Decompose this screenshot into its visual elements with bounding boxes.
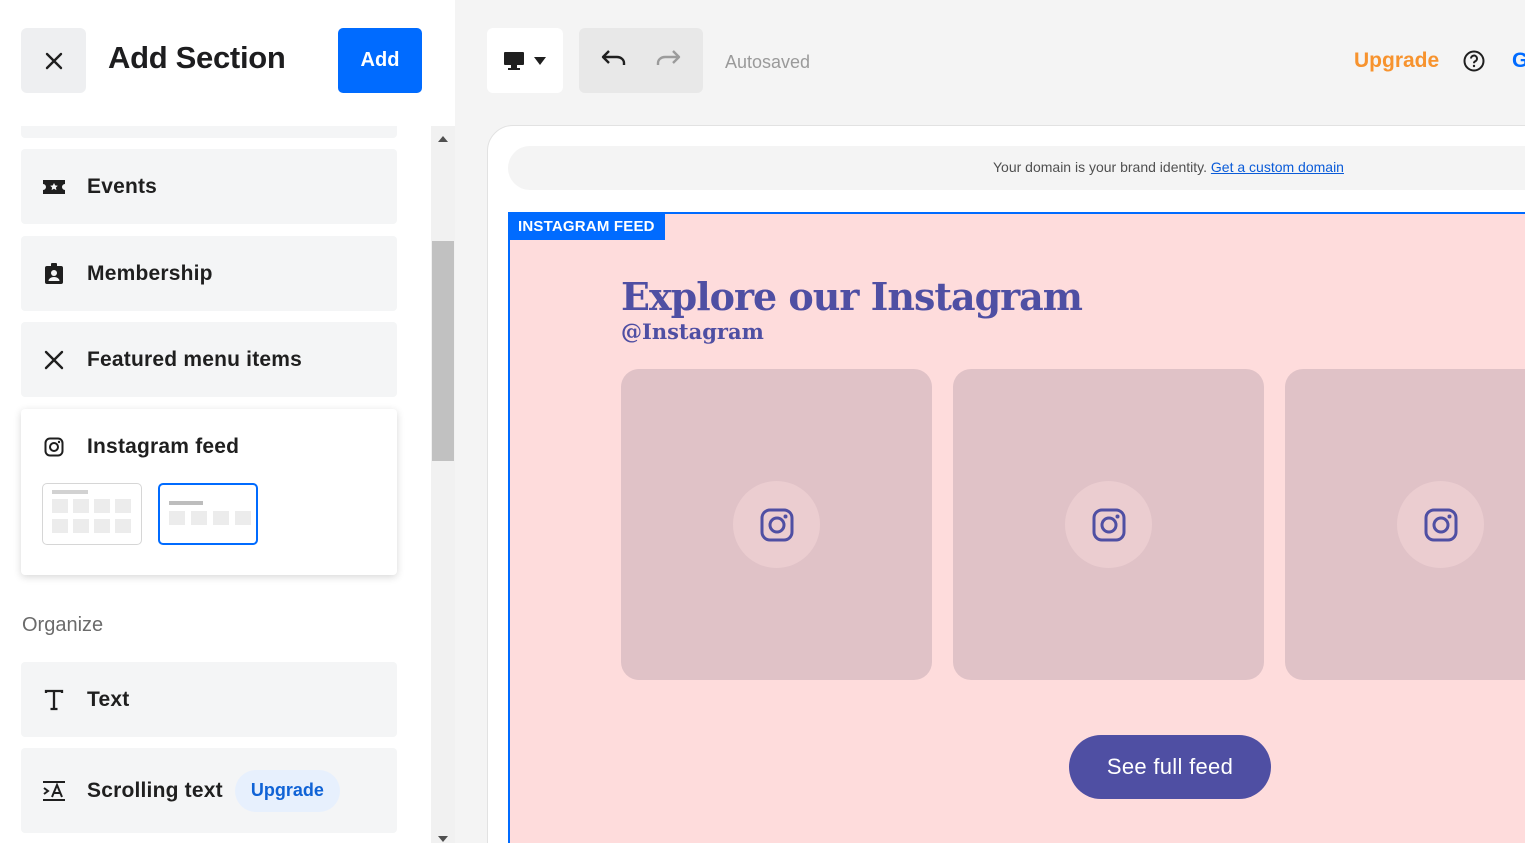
add-button[interactable]: Add [338, 28, 422, 93]
close-button[interactable] [21, 28, 86, 93]
section-item-label: Featured menu items [87, 347, 303, 371]
section-item-label: Instagram feed [87, 434, 240, 458]
section-item-membership[interactable]: Membership [21, 236, 397, 311]
section-list: Events Membership Featured menu items In… [0, 126, 430, 843]
list-item-partial[interactable] [21, 126, 397, 138]
domain-message: Your domain is your brand identity. [993, 159, 1208, 175]
instagram-title[interactable]: Explore our Instagram [621, 274, 1083, 319]
help-button[interactable] [1463, 50, 1485, 77]
add-section-panel: Add Section Add Events Membership Featur… [0, 0, 455, 843]
layout-option-row[interactable] [158, 483, 258, 545]
autosave-status: Autosaved [725, 52, 811, 72]
instagram-handle[interactable]: @Instagram [621, 319, 764, 344]
instagram-tile[interactable] [621, 369, 932, 680]
section-item-label: Events [87, 174, 158, 198]
layout-option-grid[interactable] [42, 483, 142, 545]
upgrade-link[interactable]: Upgrade [1354, 49, 1439, 73]
instagram-icon [21, 409, 87, 484]
panel-scrollbar[interactable] [431, 126, 455, 843]
scroll-down-arrow[interactable] [438, 836, 448, 842]
scroll-thumb[interactable] [432, 241, 454, 461]
section-item-featured-menu[interactable]: Featured menu items [21, 322, 397, 397]
instagram-tile[interactable] [953, 369, 1264, 680]
help-icon [1463, 50, 1485, 72]
section-item-scrolling-text[interactable]: Scrolling text Upgrade [21, 748, 397, 833]
redo-icon [656, 50, 681, 65]
upgrade-badge[interactable]: Upgrade [234, 769, 340, 812]
domain-banner-text: Your domain is your brand identity. Get … [993, 159, 1344, 175]
utensils-icon [21, 322, 87, 397]
undo-icon [601, 50, 626, 65]
caret-down-icon [534, 56, 546, 65]
desktop-icon [504, 51, 524, 70]
instagram-tile[interactable] [1285, 369, 1525, 680]
panel-title: Add Section [108, 40, 286, 75]
close-icon [45, 52, 62, 69]
ticket-icon [21, 149, 87, 224]
instagram-icon [1424, 508, 1457, 541]
text-icon [21, 662, 87, 737]
instagram-icon [760, 508, 793, 541]
history-controls [579, 28, 703, 93]
device-selector[interactable] [487, 28, 563, 93]
badge-icon [21, 236, 87, 311]
tile-icon-circle [733, 481, 820, 568]
custom-domain-link[interactable]: Get a custom domain [1211, 159, 1344, 175]
organize-heading: Organize [22, 614, 104, 636]
section-item-label: Scrolling text [87, 778, 223, 802]
section-item-instagram-feed[interactable]: Instagram feed [21, 409, 397, 575]
section-item-label: Membership [87, 261, 213, 285]
section-item-label: Text [87, 687, 130, 711]
tile-icon-circle [1065, 481, 1152, 568]
scrolling-text-icon [21, 748, 87, 833]
redo-button[interactable] [655, 49, 681, 72]
truncated-action[interactable]: G [1512, 49, 1525, 73]
section-item-text[interactable]: Text [21, 662, 397, 737]
section-item-header: Instagram feed [21, 409, 239, 484]
see-full-feed-button[interactable]: See full feed [1069, 735, 1271, 799]
tile-icon-circle [1397, 481, 1484, 568]
section-tag: INSTAGRAM FEED [508, 212, 665, 240]
instagram-icon [1092, 508, 1125, 541]
section-item-events[interactable]: Events [21, 149, 397, 224]
scroll-up-arrow[interactable] [438, 136, 448, 142]
row-layout-icon [169, 501, 251, 525]
undo-button[interactable] [601, 49, 627, 72]
grid-layout-icon [52, 490, 131, 533]
